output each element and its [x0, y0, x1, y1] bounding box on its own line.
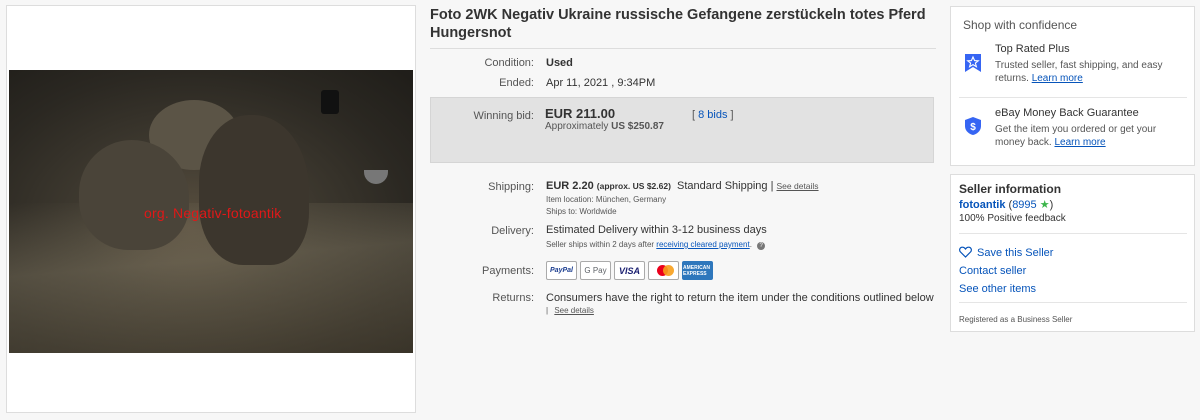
svg-text:$: $	[970, 122, 976, 133]
payment-methods: PayPal G Pay VISA AMERICAN EXPRESS	[546, 261, 713, 280]
help-icon[interactable]: ?	[757, 242, 766, 250]
title-divider	[430, 48, 936, 49]
top-rated-learn-more[interactable]: Learn more	[1032, 73, 1083, 84]
winning-bid-approx: Approximately US $250.87	[545, 121, 664, 132]
visa-icon: VISA	[614, 261, 645, 280]
ships-to-label: Ships to:	[546, 207, 578, 216]
seller-name-line: fotoantik (8995 ★)	[959, 199, 1054, 211]
registered-business-seller: Registered as a Business Seller	[959, 315, 1073, 324]
approx-value: US $250.87	[611, 121, 664, 132]
photo-figure	[199, 115, 309, 265]
save-seller-button[interactable]: Save this Seller	[959, 246, 1053, 259]
seller-divider-bottom	[959, 302, 1187, 303]
photo-pot	[321, 90, 339, 114]
shipping-label: Shipping:	[488, 181, 534, 193]
seller-name-link[interactable]: fotoantik	[959, 199, 1005, 211]
cleared-payment-link[interactable]: receiving cleared payment	[656, 240, 749, 249]
condition-value: Used	[546, 57, 573, 69]
returns-text: Consumers have the right to return the i…	[546, 292, 934, 304]
seller-heading: Seller information	[959, 182, 1062, 196]
delivery-note-end: .	[749, 240, 752, 249]
feedback-star-icon: ★	[1039, 199, 1050, 211]
item-photo[interactable]: org. Negativ-fotoantik	[9, 70, 413, 353]
returns-label: Returns:	[492, 292, 534, 304]
confidence-heading: Shop with confidence	[963, 18, 1078, 32]
shipping-line: EUR 2.20 (approx. US $2.62) Standard Shi…	[546, 180, 819, 192]
bids-open-bracket: [	[692, 109, 696, 121]
returns-details: | See details	[546, 306, 594, 315]
save-seller-label: Save this Seller	[977, 247, 1054, 259]
top-rated-desc: Trusted seller, fast shipping, and easy …	[995, 59, 1185, 85]
shipping-service: Standard Shipping	[677, 180, 768, 192]
returns-details-link[interactable]: See details	[554, 306, 594, 315]
star-badge-icon	[965, 54, 981, 72]
delivery-note-text: Seller ships within 2 days after	[546, 240, 655, 249]
contact-seller-link[interactable]: Contact seller	[959, 265, 1026, 277]
ships-to: Ships to: Worldwide	[546, 207, 617, 216]
bids-close-bracket: ]	[730, 109, 734, 121]
google-pay-icon: G Pay	[580, 261, 611, 280]
photo-figure	[79, 140, 189, 250]
winning-bid-amount: EUR 211.00	[545, 106, 616, 121]
payments-label: Payments:	[482, 265, 534, 277]
bids-count: [ 8 bids ]	[692, 109, 734, 121]
see-other-items-link[interactable]: See other items	[959, 283, 1036, 295]
photo-watermark: org. Negativ-fotoantik	[144, 205, 282, 221]
paypal-icon: PayPal	[546, 261, 577, 280]
approx-prefix: Approximately	[545, 121, 609, 132]
bids-link[interactable]: 8 bids	[698, 109, 727, 121]
condition-label: Condition:	[484, 57, 534, 69]
delivery-note: Seller ships within 2 days after receivi…	[546, 240, 766, 250]
shield-dollar-icon: $	[965, 117, 981, 135]
delivery-label: Delivery:	[491, 225, 534, 237]
returns-separator: |	[546, 306, 549, 315]
shipping-separator: |	[770, 180, 774, 192]
shipping-details-link[interactable]: See details	[777, 181, 819, 191]
photo-bowl	[364, 170, 388, 184]
money-back-title: eBay Money Back Guarantee	[995, 107, 1139, 119]
winning-bid-label: Winning bid:	[473, 110, 534, 122]
winning-bid-box	[430, 97, 934, 163]
item-location-value: München, Germany	[595, 195, 667, 204]
ended-value: Apr 11, 2021 , 9:34PM	[546, 77, 656, 89]
item-location-label: Item location:	[546, 195, 594, 204]
item-location: Item location: München, Germany	[546, 195, 666, 204]
mastercard-icon	[648, 261, 679, 280]
delivery-estimate: Estimated Delivery within 3-12 business …	[546, 224, 767, 236]
confidence-divider	[959, 97, 1187, 98]
money-back-desc: Get the item you ordered or get your mon…	[995, 123, 1185, 149]
ended-label: Ended:	[499, 77, 534, 89]
amex-icon: AMERICAN EXPRESS	[682, 261, 713, 280]
top-rated-title: Top Rated Plus	[995, 43, 1070, 55]
seller-score-link[interactable]: 8995	[1012, 199, 1036, 211]
money-back-learn-more[interactable]: Learn more	[1054, 137, 1105, 148]
seller-divider	[959, 233, 1187, 234]
item-image-panel: org. Negativ-fotoantik	[6, 5, 416, 413]
ships-to-value: Worldwide	[579, 207, 617, 216]
shipping-approx: (approx. US $2.62)	[596, 181, 671, 191]
shipping-cost: EUR 2.20	[546, 180, 594, 192]
seller-feedback: 100% Positive feedback	[959, 213, 1066, 224]
item-title: Foto 2WK Negativ Ukraine russische Gefan…	[430, 7, 926, 41]
heart-icon	[959, 246, 972, 258]
